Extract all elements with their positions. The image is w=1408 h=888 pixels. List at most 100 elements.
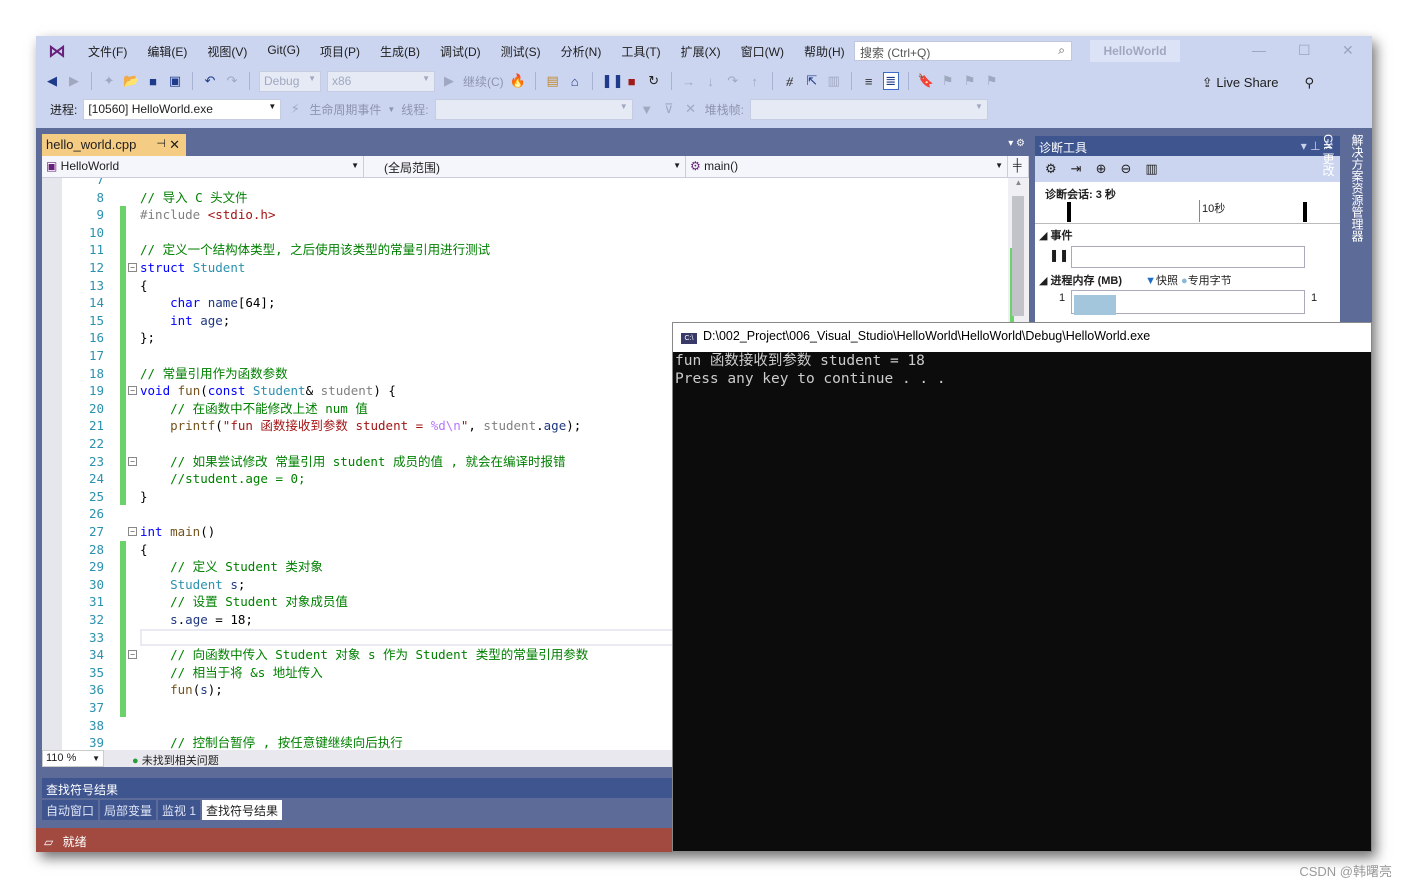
code-token: s xyxy=(230,576,238,592)
bottom-tab[interactable]: 自动窗口 xyxy=(42,800,99,820)
problems-indicator[interactable]: ● 未找到相关问题 xyxy=(132,752,219,768)
minimize-button[interactable]: — xyxy=(1252,42,1266,58)
redo-icon[interactable]: ↷ xyxy=(224,73,240,89)
hot-reload-icon[interactable]: 🔥 xyxy=(510,73,526,89)
pause-events-icon[interactable]: ❚❚ xyxy=(1049,248,1069,262)
member-dropdown[interactable]: ⚙ main() ▼ xyxy=(686,156,1008,178)
clear-bookmark-icon[interactable]: ⚑ xyxy=(984,73,1000,89)
continue-icon[interactable]: ▶ xyxy=(441,73,457,89)
fold-toggle-icon[interactable]: − xyxy=(128,527,137,536)
maximize-button[interactable]: ☐ xyxy=(1298,42,1311,59)
menu-item[interactable]: 窗口(W) xyxy=(731,43,794,60)
hex-display-icon[interactable]: ⧣ xyxy=(782,73,798,89)
code-token: int xyxy=(170,312,201,328)
lifecycle-events-button[interactable]: 生命周期事件 xyxy=(309,101,381,118)
change-marker xyxy=(120,241,126,259)
prev-bookmark-icon[interactable]: ⚑ xyxy=(940,73,956,89)
live-share-button[interactable]: ⇪ Live Share ⚲ xyxy=(1202,75,1314,91)
bottom-tab[interactable]: 监视 1 xyxy=(158,800,201,820)
back-icon[interactable]: ◀ xyxy=(44,73,60,89)
save-all-icon[interactable]: ▣ xyxy=(167,73,183,89)
comment-toggle-icon[interactable]: ≣ xyxy=(882,72,899,90)
step-into-icon[interactable]: ↓ xyxy=(703,74,719,89)
show-next-statement-icon[interactable]: → xyxy=(681,74,697,89)
filter-icon[interactable]: ▼ xyxy=(639,102,655,117)
filter-clear-icon[interactable]: ⊽ xyxy=(661,101,677,117)
menu-item[interactable]: 生成(B) xyxy=(370,43,430,60)
zoom-out-icon[interactable]: ⊖ xyxy=(1120,161,1131,177)
settings-icon[interactable]: ⚙ xyxy=(1045,161,1057,177)
bottom-tab[interactable]: 局部变量 xyxy=(100,800,157,820)
step-over-icon[interactable]: ↷ xyxy=(725,73,741,89)
menu-item[interactable]: 工具(T) xyxy=(611,43,670,60)
close-button[interactable]: ✕ xyxy=(1342,42,1354,59)
timeline-ruler[interactable]: 10秒 xyxy=(1035,200,1340,224)
bottom-tab[interactable]: 查找符号结果 xyxy=(202,800,283,820)
code-token: { xyxy=(140,541,148,557)
stack-frame-dropdown[interactable]: ▼ xyxy=(749,98,988,120)
zoom-dropdown[interactable]: 110 % ▼ xyxy=(42,750,104,767)
code-token: [64]; xyxy=(237,295,276,311)
menu-item[interactable]: 帮助(H) xyxy=(794,43,855,60)
home-icon[interactable]: ⌂ xyxy=(567,74,583,89)
menu-item[interactable]: 编辑(E) xyxy=(137,43,197,60)
find-folder-icon[interactable]: ▤ xyxy=(545,73,561,89)
lifecycle-icon[interactable]: ⚡ xyxy=(287,101,303,117)
menu-item[interactable]: 测试(S) xyxy=(491,43,551,60)
forward-icon[interactable]: ▶ xyxy=(66,73,82,89)
export-icon[interactable]: ⇥ xyxy=(1071,161,1082,177)
fold-toggle-icon[interactable]: − xyxy=(128,456,137,466)
thread-dropdown[interactable]: ▼ xyxy=(434,98,633,120)
step-out-icon[interactable]: ↑ xyxy=(747,74,763,89)
indent-icon[interactable]: ≡ xyxy=(861,74,877,89)
menu-item[interactable]: 视图(V) xyxy=(197,43,257,60)
console-title-bar[interactable]: C:\ D:\002_Project\006_Visual_Studio\Hell… xyxy=(673,323,1371,352)
fold-toggle-icon[interactable]: − xyxy=(128,650,137,660)
console-window[interactable]: C:\ D:\002_Project\006_Visual_Studio\Hell… xyxy=(672,322,1372,852)
line-number: 37 xyxy=(88,700,104,715)
feedback-icon[interactable]: ⚲ xyxy=(1304,75,1314,90)
menu-item[interactable]: 扩展(X) xyxy=(671,43,731,60)
solution-explorer-tab[interactable]: 解决方案资源管理器 xyxy=(1343,132,1372,250)
next-bookmark-icon[interactable]: ⚑ xyxy=(962,73,978,89)
platform-dropdown[interactable]: x86 ▼ xyxy=(327,70,435,92)
close-tab-icon[interactable]: ✕ xyxy=(169,137,180,153)
pin-icon[interactable]: ⊣ xyxy=(156,137,166,150)
menu-item[interactable]: 调试(D) xyxy=(430,43,491,60)
project-dropdown[interactable]: ▣ HelloWorld ▼ xyxy=(42,156,364,178)
menu-item[interactable]: Git(G) xyxy=(257,43,310,60)
layout-icon[interactable]: ▥ xyxy=(826,73,842,89)
save-icon[interactable]: ■ xyxy=(145,74,161,89)
continue-button[interactable]: 继续(C) xyxy=(463,73,504,90)
diagnostic-tools-panel: 诊断工具 ▾ ⊥ ✕ ⚙ ⇥ ⊕ ⊖ ▥ 诊断会话: 3 秒 10秒 ◢ 事件 ❚… xyxy=(1035,136,1340,322)
bookmark-icon[interactable]: 🔖 xyxy=(918,73,934,89)
pause-icon[interactable]: ❚❚ xyxy=(602,73,624,89)
tab-options-icon[interactable]: ▾ ⚙ xyxy=(1008,138,1025,149)
undo-icon[interactable]: ↶ xyxy=(202,73,218,89)
fold-toggle-icon[interactable]: − xyxy=(128,263,137,272)
menu-item[interactable]: 项目(P) xyxy=(310,43,370,60)
stop-icon[interactable]: ■ xyxy=(624,74,640,89)
open-folder-icon[interactable]: 📂 xyxy=(123,73,139,89)
git-changes-tab[interactable]: Git 更改 xyxy=(1314,132,1343,320)
memory-section[interactable]: ◢ 进程内存 (MB) ▼快照 ●专用字节 xyxy=(1035,270,1340,290)
code-token: ); xyxy=(207,682,223,698)
code-token: main xyxy=(170,524,201,539)
chart-icon[interactable]: ▥ xyxy=(1145,161,1157,177)
menu-item[interactable]: 文件(F) xyxy=(78,43,137,60)
tab-hello-world-cpp[interactable]: hello_world.cpp ⊣ ✕ xyxy=(42,134,186,156)
config-dropdown[interactable]: Debug ▼ xyxy=(259,70,321,92)
split-icon[interactable]: ╪ xyxy=(1008,156,1029,178)
process-dropdown[interactable]: [10560] HelloWorld.exe ▼ xyxy=(83,98,282,120)
zoom-in-icon[interactable]: ⊕ xyxy=(1096,161,1107,177)
new-item-icon[interactable]: ✦ xyxy=(101,73,117,89)
restart-icon[interactable]: ↻ xyxy=(646,73,662,89)
flag-threads-icon[interactable]: ✕ xyxy=(683,101,699,117)
search-input[interactable]: 搜索 (Ctrl+Q) ⌕ xyxy=(854,41,1072,61)
events-section[interactable]: ◢ 事件 xyxy=(1035,224,1340,246)
change-marker xyxy=(120,470,126,488)
fold-toggle-icon[interactable]: − xyxy=(128,386,137,396)
scope-dropdown[interactable]: (全局范围) ▼ xyxy=(364,156,686,178)
select-element-icon[interactable]: ⇱ xyxy=(804,73,820,89)
menu-item[interactable]: 分析(N) xyxy=(551,43,612,60)
